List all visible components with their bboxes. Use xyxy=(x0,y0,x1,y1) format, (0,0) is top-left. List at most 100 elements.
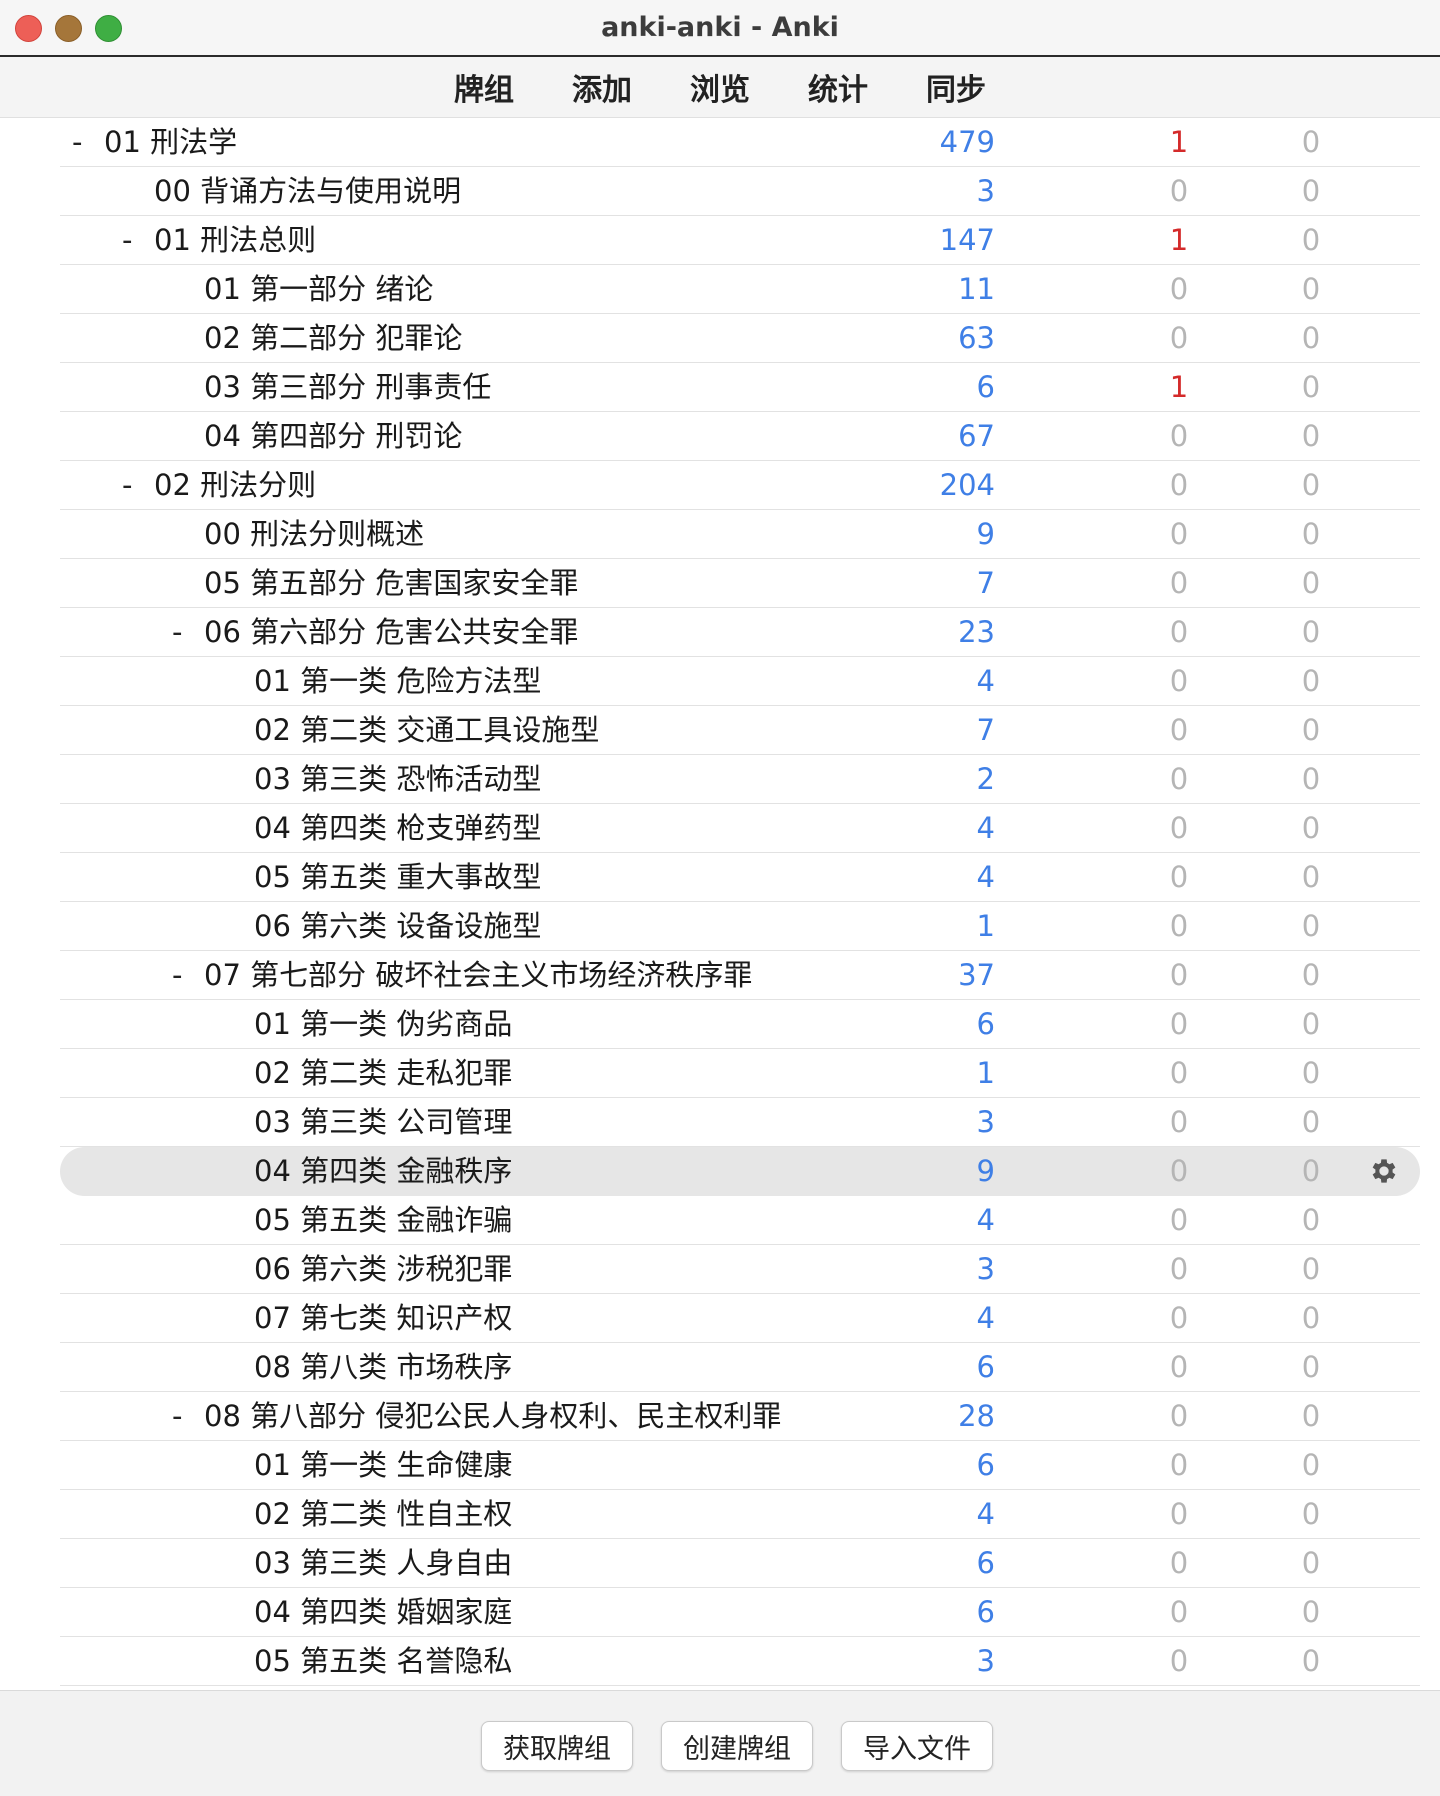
collapse-toggle[interactable]: - xyxy=(122,461,132,509)
due-count: 0 xyxy=(1301,1056,1321,1090)
due-count: 0 xyxy=(1301,664,1321,698)
deck-row[interactable]: 04 第四类 枪支弹药型 4 0 0 xyxy=(60,804,1420,853)
deck-row[interactable]: 03 第三类 人身自由 6 0 0 xyxy=(60,1539,1420,1588)
deck-row[interactable]: 01 第一类 生命健康 6 0 0 xyxy=(60,1441,1420,1490)
get-shared-button[interactable]: 获取牌组 xyxy=(481,1721,633,1771)
deck-name[interactable]: 00 背诵方法与使用说明 xyxy=(154,167,461,215)
collapse-toggle[interactable]: - xyxy=(172,608,182,656)
due-count: 0 xyxy=(1301,370,1321,404)
deck-name[interactable]: 03 第三类 恐怖活动型 xyxy=(254,755,541,803)
deck-name[interactable]: 05 第五类 重大事故型 xyxy=(254,853,541,901)
collapse-toggle[interactable]: - xyxy=(172,951,182,999)
deck-name[interactable]: 04 第四类 枪支弹药型 xyxy=(254,804,541,852)
deck-row[interactable]: 04 第四部分 刑罚论 67 0 0 xyxy=(60,412,1420,461)
deck-name[interactable]: 06 第六类 设备设施型 xyxy=(254,902,541,950)
deck-name[interactable]: 01 第一类 伪劣商品 xyxy=(254,1000,512,1048)
deck-name[interactable]: 05 第五类 名誉隐私 xyxy=(254,1637,512,1685)
deck-row[interactable]: 05 第五类 名誉隐私 3 0 0 xyxy=(60,1637,1420,1686)
new-count: 479 xyxy=(939,125,995,159)
deck-row[interactable]: -08 第八部分 侵犯公民人身权利、民主权利罪 28 0 0 xyxy=(60,1392,1420,1441)
deck-row[interactable]: -01 刑法学 479 1 0 xyxy=(60,118,1420,167)
deck-row[interactable]: 05 第五类 重大事故型 4 0 0 xyxy=(60,853,1420,902)
learn-count: 0 xyxy=(1169,1203,1189,1237)
deck-row[interactable]: 02 第二类 性自主权 4 0 0 xyxy=(60,1490,1420,1539)
import-file-button[interactable]: 导入文件 xyxy=(841,1721,993,1771)
deck-row[interactable]: -06 第六部分 危害公共安全罪 23 0 0 xyxy=(60,608,1420,657)
tab-sync[interactable]: 同步 xyxy=(926,65,986,109)
gear-icon[interactable] xyxy=(1368,1155,1400,1187)
deck-row[interactable]: 04 第四类 婚姻家庭 6 0 0 xyxy=(60,1588,1420,1637)
deck-name[interactable]: 03 第三部分 刑事责任 xyxy=(204,363,491,411)
deck-name[interactable]: 01 刑法总则 xyxy=(154,216,316,264)
deck-row[interactable]: 04 第四类 金融秩序 9 0 0 xyxy=(60,1147,1420,1196)
deck-name[interactable]: 02 刑法分则 xyxy=(154,461,316,509)
deck-row[interactable]: 00 背诵方法与使用说明 3 0 0 xyxy=(60,167,1420,216)
deck-row[interactable]: 06 第六类 设备设施型 1 0 0 xyxy=(60,902,1420,951)
deck-row[interactable]: -02 刑法分则 204 0 0 xyxy=(60,461,1420,510)
new-count: 4 xyxy=(976,1497,995,1531)
deck-name[interactable]: 07 第七部分 破坏社会主义市场经济秩序罪 xyxy=(204,951,752,999)
tab-add[interactable]: 添加 xyxy=(572,65,632,109)
due-count: 0 xyxy=(1301,419,1321,453)
deck-name[interactable]: 04 第四类 婚姻家庭 xyxy=(254,1588,512,1636)
deck-row[interactable]: 02 第二类 走私犯罪 1 0 0 xyxy=(60,1049,1420,1098)
due-count: 0 xyxy=(1301,615,1321,649)
deck-row[interactable]: 02 第二类 交通工具设施型 7 0 0 xyxy=(60,706,1420,755)
deck-row[interactable]: 01 第一类 危险方法型 4 0 0 xyxy=(60,657,1420,706)
deck-name[interactable]: 00 刑法分则概述 xyxy=(204,510,424,558)
new-count: 37 xyxy=(958,958,995,992)
deck-row[interactable]: 00 刑法分则概述 9 0 0 xyxy=(60,510,1420,559)
deck-name[interactable]: 08 第八部分 侵犯公民人身权利、民主权利罪 xyxy=(204,1392,781,1440)
deck-name[interactable]: 07 第七类 知识产权 xyxy=(254,1294,512,1342)
collapse-toggle[interactable]: - xyxy=(72,118,82,166)
deck-row[interactable]: 07 第七类 知识产权 4 0 0 xyxy=(60,1294,1420,1343)
deck-row[interactable]: 03 第三类 公司管理 3 0 0 xyxy=(60,1098,1420,1147)
deck-name[interactable]: 05 第五部分 危害国家安全罪 xyxy=(204,559,578,607)
learn-count: 1 xyxy=(1169,223,1189,257)
deck-row[interactable]: 05 第五类 金融诈骗 4 0 0 xyxy=(60,1196,1420,1245)
deck-name[interactable]: 02 第二类 走私犯罪 xyxy=(254,1049,512,1097)
deck-name[interactable]: 01 第一类 生命健康 xyxy=(254,1441,512,1489)
create-deck-button[interactable]: 创建牌组 xyxy=(661,1721,813,1771)
new-count: 4 xyxy=(976,1301,995,1335)
deck-row[interactable]: 06 第六类 涉税犯罪 3 0 0 xyxy=(60,1245,1420,1294)
new-count: 28 xyxy=(958,1399,995,1433)
deck-name[interactable]: 04 第四部分 刑罚论 xyxy=(204,412,462,460)
deck-name[interactable]: 05 第五类 金融诈骗 xyxy=(254,1196,512,1244)
learn-count: 0 xyxy=(1169,762,1189,796)
collapse-toggle[interactable]: - xyxy=(172,1392,182,1440)
deck-row[interactable]: 02 第二部分 犯罪论 63 0 0 xyxy=(60,314,1420,363)
new-count: 3 xyxy=(976,174,995,208)
new-count: 7 xyxy=(976,713,995,747)
tab-decks[interactable]: 牌组 xyxy=(454,65,514,109)
deck-row[interactable]: 01 第一类 伪劣商品 6 0 0 xyxy=(60,1000,1420,1049)
deck-name[interactable]: 08 第八类 市场秩序 xyxy=(254,1343,512,1391)
deck-name[interactable]: 03 第三类 公司管理 xyxy=(254,1098,512,1146)
deck-name[interactable]: 02 第二部分 犯罪论 xyxy=(204,314,462,362)
tab-stats[interactable]: 统计 xyxy=(808,65,868,109)
deck-name[interactable]: 01 刑法学 xyxy=(104,118,237,166)
tab-browse[interactable]: 浏览 xyxy=(690,65,750,109)
deck-row[interactable]: 03 第三部分 刑事责任 6 1 0 xyxy=(60,363,1420,412)
deck-row[interactable]: -01 刑法总则 147 1 0 xyxy=(60,216,1420,265)
deck-row[interactable]: 03 第三类 恐怖活动型 2 0 0 xyxy=(60,755,1420,804)
new-count: 9 xyxy=(976,1154,995,1188)
deck-name[interactable]: 04 第四类 金融秩序 xyxy=(254,1147,512,1195)
deck-name[interactable]: 02 第二类 性自主权 xyxy=(254,1490,512,1538)
due-count: 0 xyxy=(1301,1399,1321,1433)
due-count: 0 xyxy=(1301,1105,1321,1139)
deck-row[interactable]: -07 第七部分 破坏社会主义市场经济秩序罪 37 0 0 xyxy=(60,951,1420,1000)
deck-name[interactable]: 03 第三类 人身自由 xyxy=(254,1539,512,1587)
due-count: 0 xyxy=(1301,1203,1321,1237)
deck-row[interactable]: 01 第一部分 绪论 11 0 0 xyxy=(60,265,1420,314)
deck-name[interactable]: 06 第六部分 危害公共安全罪 xyxy=(204,608,578,656)
deck-name[interactable]: 01 第一部分 绪论 xyxy=(204,265,433,313)
due-count: 0 xyxy=(1301,762,1321,796)
collapse-toggle[interactable]: - xyxy=(122,216,132,264)
deck-row[interactable]: 05 第五部分 危害国家安全罪 7 0 0 xyxy=(60,559,1420,608)
deck-name[interactable]: 06 第六类 涉税犯罪 xyxy=(254,1245,512,1293)
due-count: 0 xyxy=(1301,1448,1321,1482)
deck-row[interactable]: 08 第八类 市场秩序 6 0 0 xyxy=(60,1343,1420,1392)
deck-name[interactable]: 01 第一类 危险方法型 xyxy=(254,657,541,705)
deck-name[interactable]: 02 第二类 交通工具设施型 xyxy=(254,706,599,754)
